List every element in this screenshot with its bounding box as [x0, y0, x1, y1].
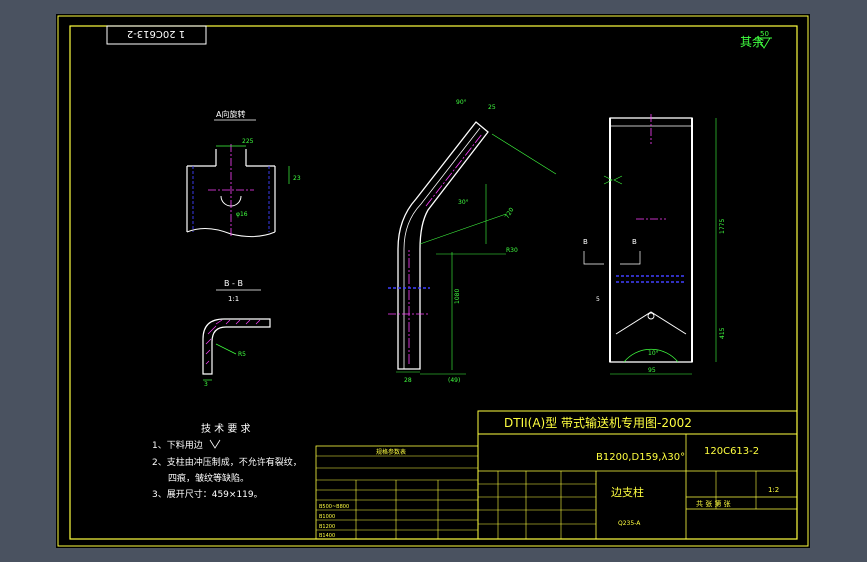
bent-dim-720: 720	[504, 206, 516, 220]
right-section-mark-b-right: B	[632, 238, 637, 246]
cad-viewport[interactable]: 1 20C613-2 其余 50 A向旋转 225 φ16 23 B - B 1…	[56, 14, 810, 548]
bent-dim-angle-30: 30°	[458, 199, 469, 206]
right-section-mark-b-left: B	[583, 238, 588, 246]
title-main: DTII(A)型 带式输送机专用图-2002	[504, 415, 692, 430]
cad-drawing: 1 20C613-2 其余 50 A向旋转 225 φ16 23 B - B 1…	[57, 15, 809, 547]
right-dim-95: 95	[648, 367, 656, 374]
title-spec: B1200,D159,λ30°	[596, 452, 685, 463]
right-elevation-view: 1775 415 95 10° B B 5	[583, 114, 726, 375]
tech-item-1: 1、下料用边	[152, 439, 203, 451]
param-row-2: B1000	[319, 514, 335, 520]
section-scale: 1:1	[228, 295, 239, 303]
title-part-name: 边支柱	[611, 485, 644, 499]
right-dim-5: 5	[596, 296, 600, 303]
title-block: DTII(A)型 带式输送机专用图-2002 B1200,D159,λ30° 1…	[477, 410, 798, 540]
view-a-title: A向旋转	[216, 109, 245, 119]
title-scale: 1:2	[768, 486, 779, 494]
bent-dim-25: 25	[488, 104, 496, 111]
finish-symbol-icon-2	[209, 439, 221, 449]
param-row-3: B1200	[319, 524, 335, 530]
bent-dim-49: (49)	[448, 377, 460, 384]
right-dim-415: 415	[719, 327, 726, 339]
surface-finish-note: 其余 50	[740, 30, 772, 49]
bent-dim-angle-top: 90°	[456, 99, 467, 106]
section-b-b: B - B 1:1 R5 3	[202, 279, 271, 388]
section-dim-radius: R5	[238, 351, 246, 358]
view-a-dim-width: 225	[242, 138, 254, 145]
tech-item-2: 2、支柱由冲压制成，不允许有裂纹，	[152, 456, 302, 468]
view-a-dim-height: 23	[293, 175, 301, 182]
code-box: 1 20C613-2	[106, 25, 207, 45]
tech-item-3: 3、展开尺寸：459×119。	[152, 488, 263, 500]
title-sheet: 共 张 第 张	[696, 499, 731, 508]
bent-dim-radius: R30	[506, 247, 518, 254]
view-a: A向旋转 225 φ16 23	[186, 109, 301, 238]
tech-item-2b: 四痕，皱纹等缺陷。	[168, 472, 249, 484]
section-title: B - B	[224, 279, 243, 288]
param-table: 规格参数表 B500~B800 B1000 B1200 B1400	[315, 445, 479, 540]
code-box-text: 1 20C613-2	[127, 28, 185, 39]
section-dim-thick: 3	[204, 381, 208, 388]
param-row-4: B1400	[319, 533, 335, 539]
tech-requirements: 技 术 要 求 1、下料用边 2、支柱由冲压制成，不允许有裂纹， 四痕，皱纹等缺…	[152, 422, 302, 500]
tech-title: 技 术 要 求	[201, 422, 251, 435]
title-drawing-no: 120C613-2	[704, 446, 759, 457]
view-a-dim-hole: φ16	[236, 211, 248, 218]
param-table-title: 规格参数表	[376, 448, 406, 456]
bent-column-view: 90° 25 30° R30 720 1080 28 (49)	[388, 99, 557, 384]
title-material: Q235-A	[618, 520, 641, 527]
bent-dim-28: 28	[404, 377, 412, 384]
param-row-1: B500~B800	[319, 504, 349, 510]
right-dim-1775: 1775	[719, 219, 726, 234]
right-dim-angle: 10°	[648, 350, 659, 357]
bent-dim-1080: 1080	[454, 289, 461, 304]
finish-value: 50	[760, 30, 769, 38]
